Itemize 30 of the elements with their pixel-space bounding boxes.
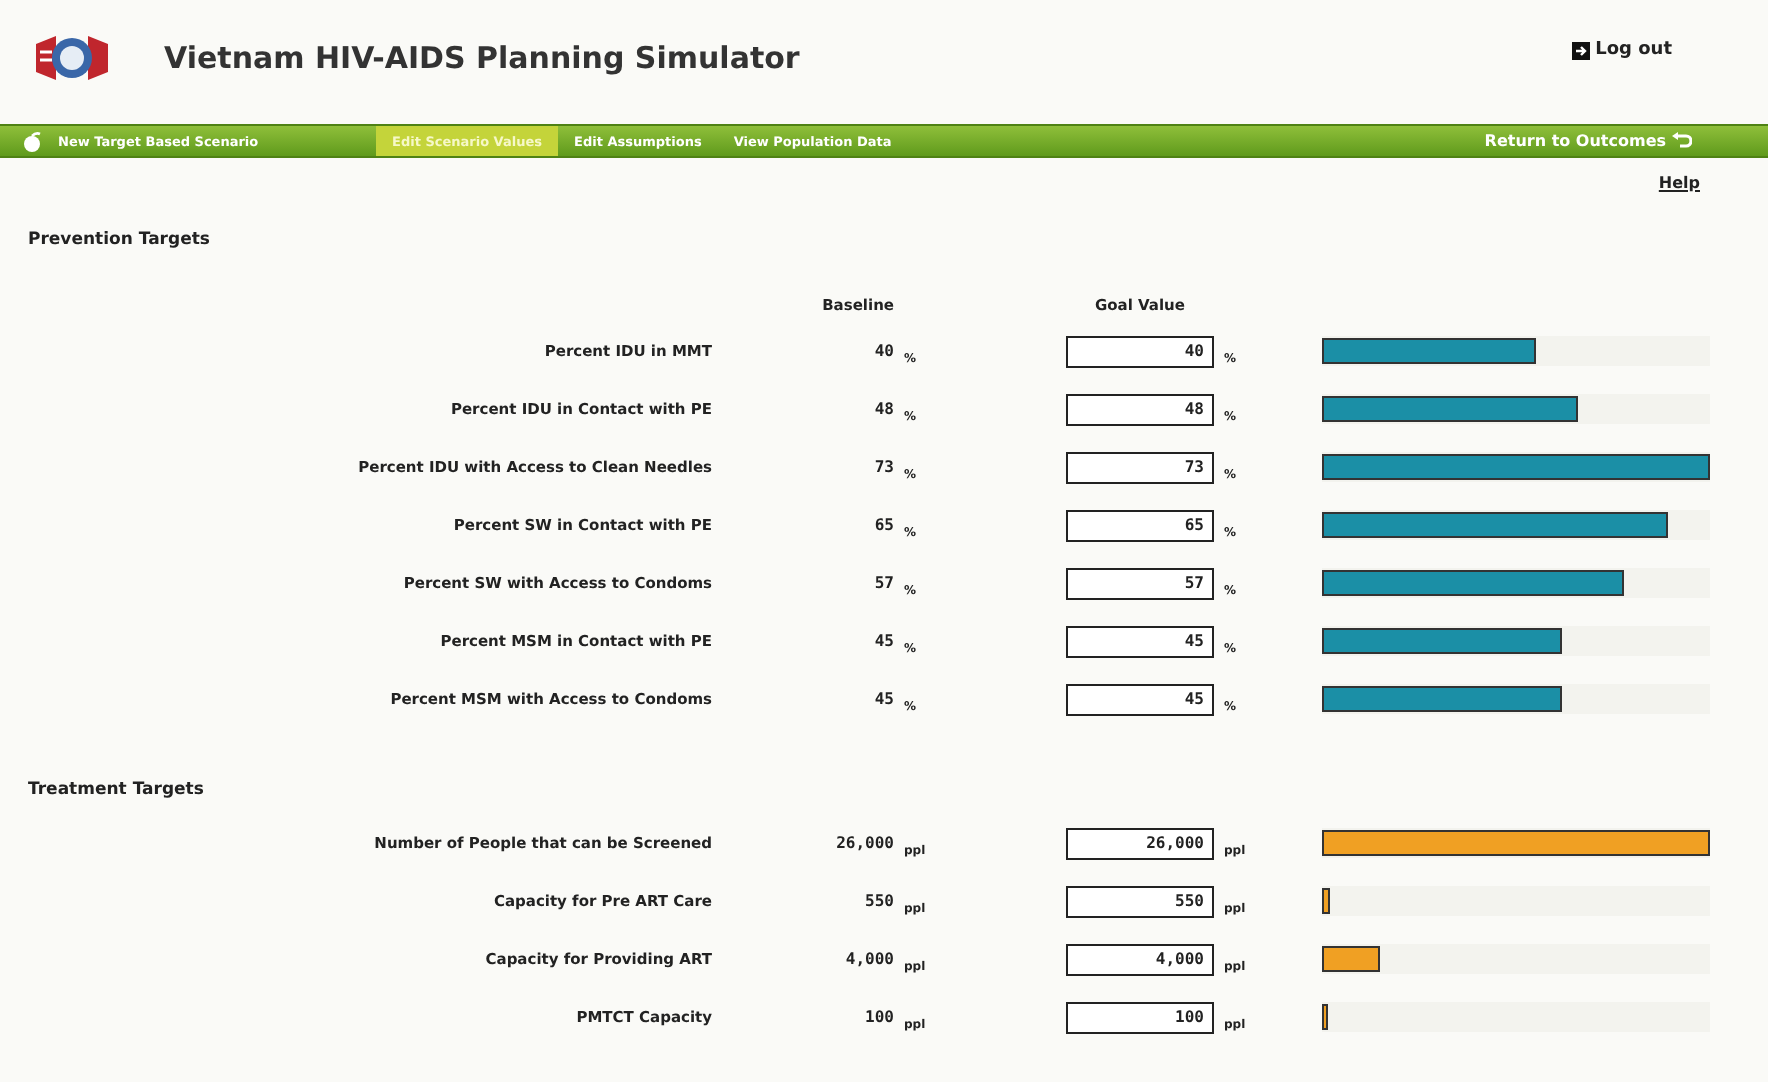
goal-input[interactable]: 57: [1066, 567, 1214, 599]
goal-input[interactable]: 45: [1066, 625, 1214, 657]
baseline-value: 45: [872, 690, 894, 708]
baseline-value: 100: [863, 1008, 894, 1026]
goal-input[interactable]: 48: [1066, 393, 1214, 425]
goal-input[interactable]: 100: [1066, 1001, 1214, 1033]
baseline-value: 40: [872, 342, 894, 360]
baseline-value: 26,000: [834, 834, 894, 852]
logout-icon: [1571, 41, 1590, 59]
goal-input[interactable]: 4,000: [1066, 943, 1214, 975]
goal-input[interactable]: 26,000: [1066, 827, 1214, 859]
help-link[interactable]: Help: [1658, 174, 1700, 202]
apple-icon: [20, 131, 44, 151]
logout-link[interactable]: Log out: [1571, 40, 1672, 60]
goal-input[interactable]: 40: [1066, 335, 1214, 367]
section-heading: Treatment Targets: [26, 780, 206, 800]
baseline-value: 4,000: [843, 950, 894, 968]
goal-input[interactable]: 73: [1066, 451, 1214, 483]
section-heading: Prevention Targets: [26, 230, 212, 250]
goal-input[interactable]: 65: [1066, 509, 1214, 541]
baseline-value: 48: [872, 400, 894, 418]
baseline-value: 73: [872, 458, 894, 476]
app-title: Vietnam HIV-AIDS Planning Simulator: [164, 40, 802, 76]
goal-input[interactable]: 550: [1066, 885, 1214, 917]
baseline-value: 65: [872, 516, 894, 534]
baseline-value: 45: [872, 632, 894, 650]
baseline-value: 550: [863, 892, 894, 910]
baseline-value: 57: [872, 574, 894, 592]
goal-input[interactable]: 45: [1066, 683, 1214, 715]
return-arrow-icon: [1672, 132, 1692, 150]
